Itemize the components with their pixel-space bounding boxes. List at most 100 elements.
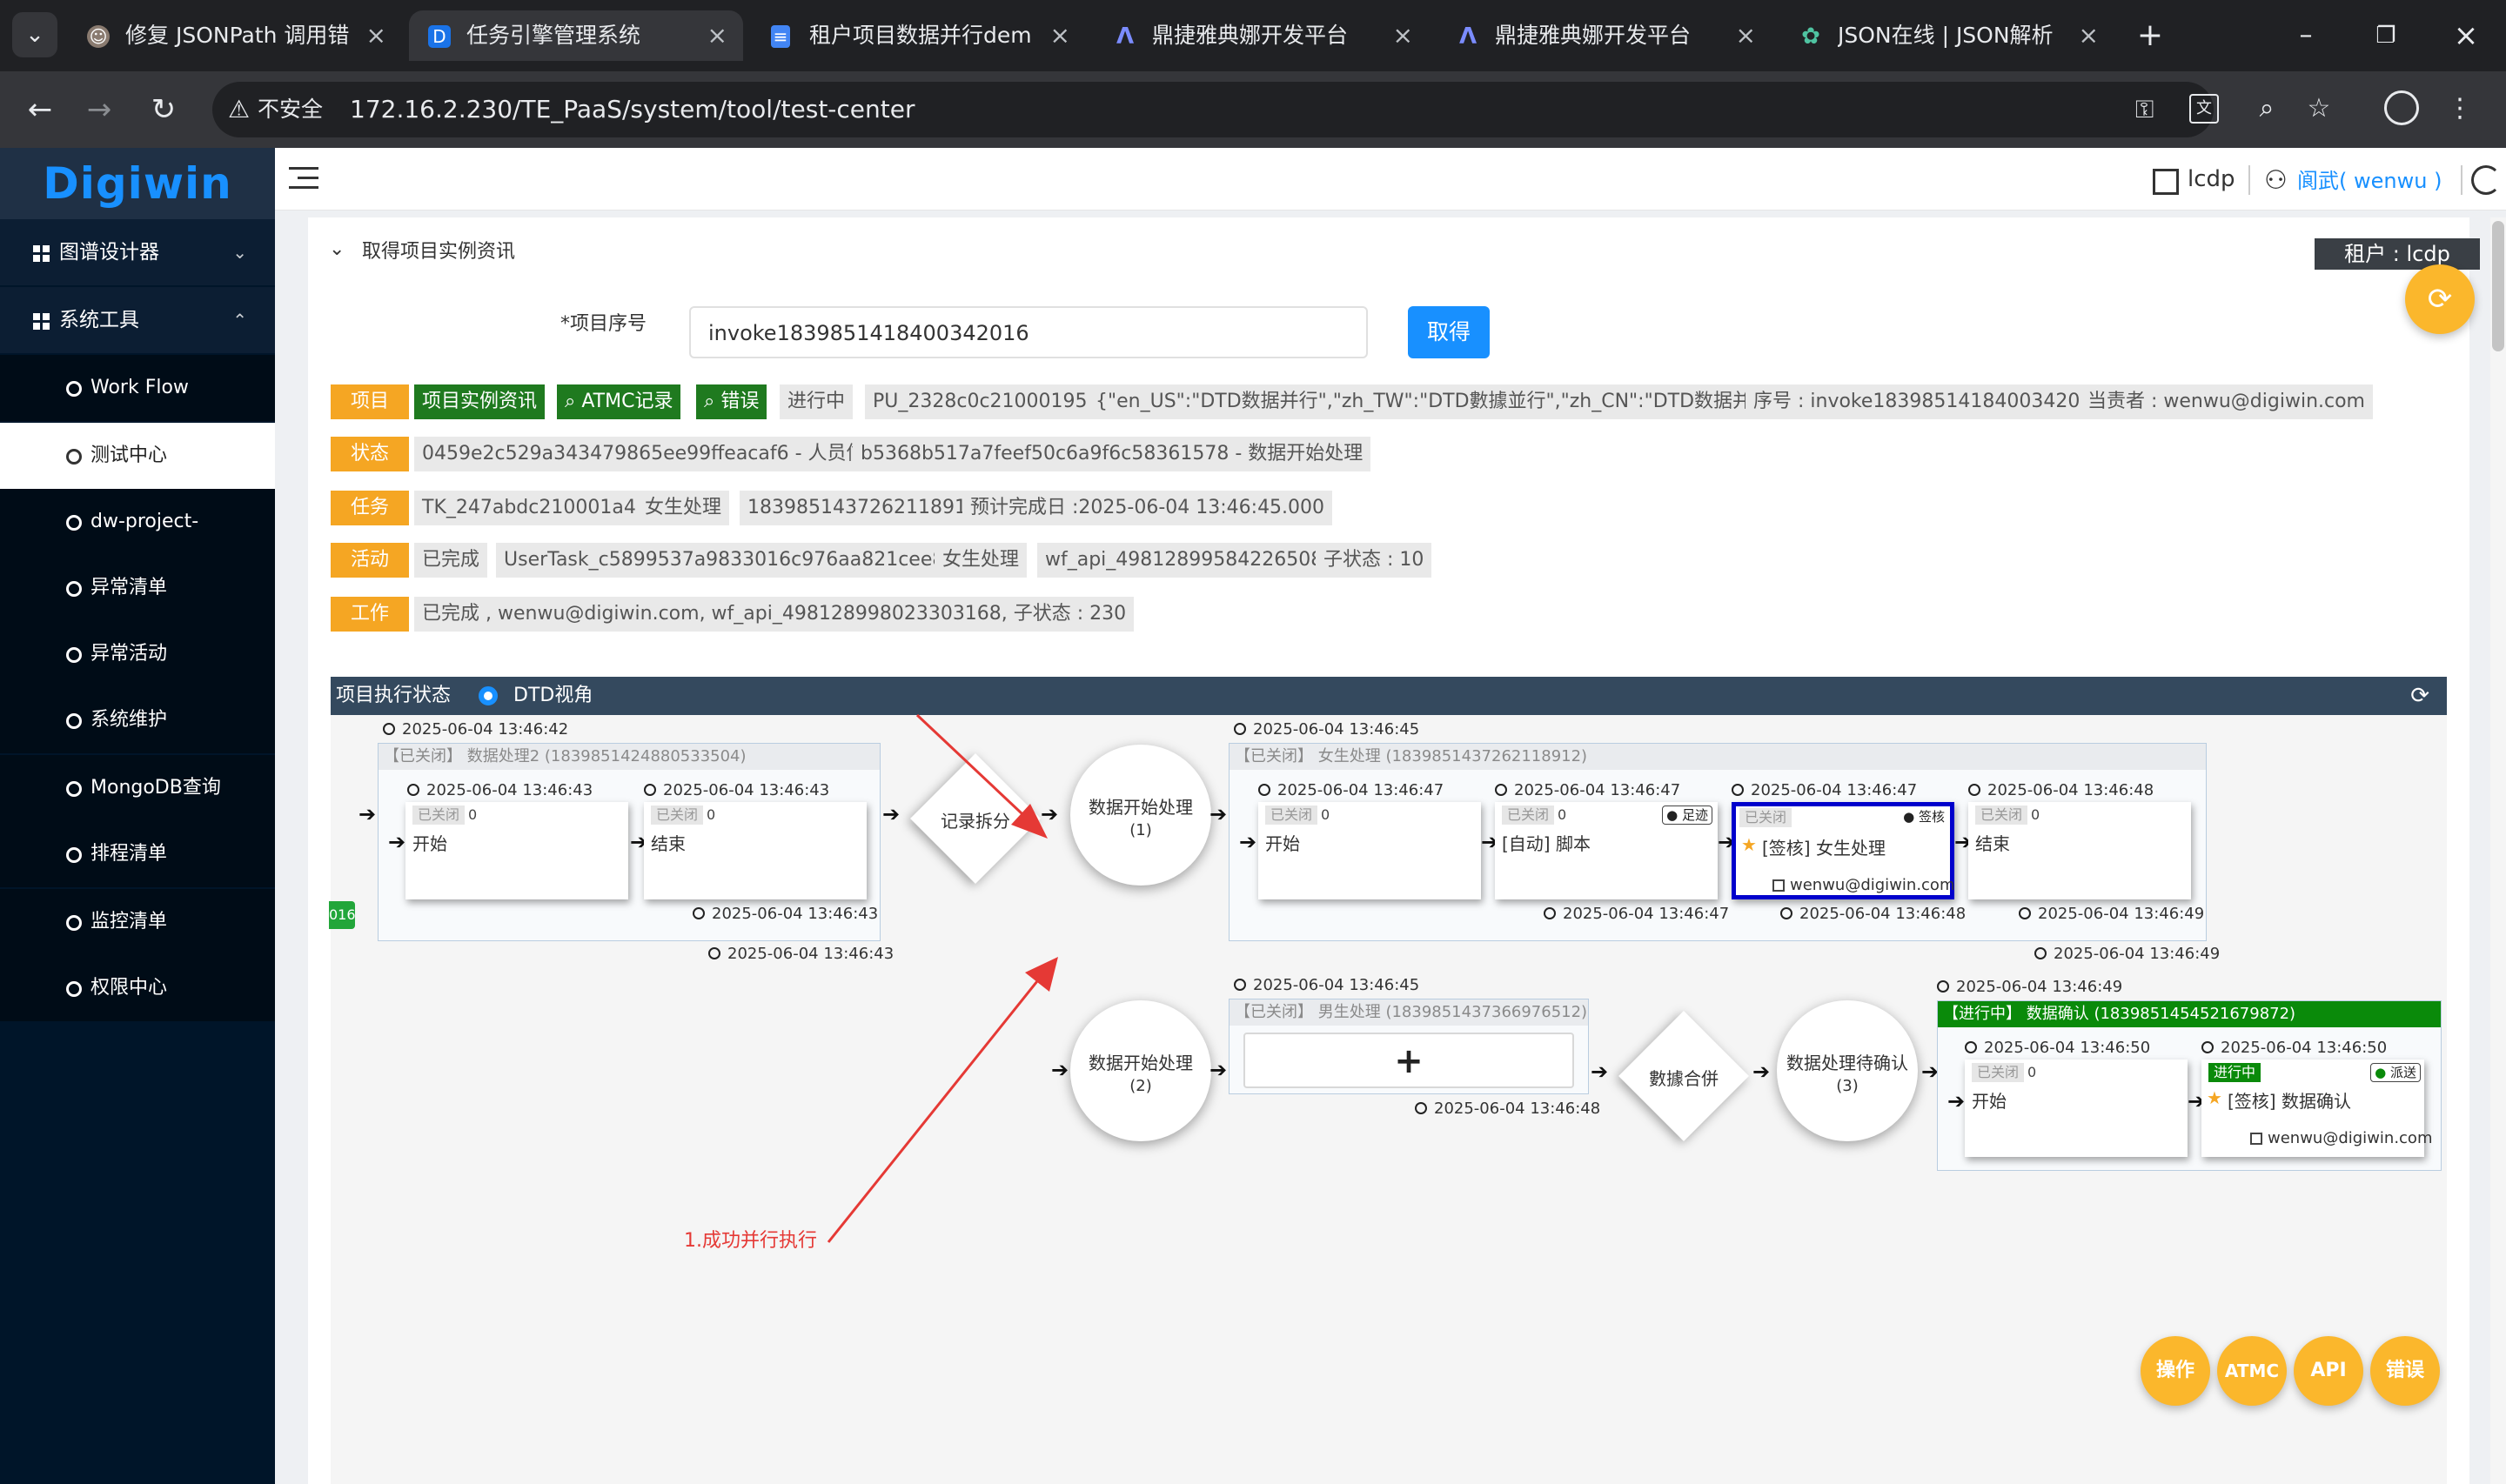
new-tab-button[interactable]: +: [2128, 14, 2172, 57]
flow-node-start[interactable]: 已关闭 0 开始: [405, 802, 628, 899]
logout-icon[interactable]: [2471, 165, 2501, 195]
row-label-activity: 活动: [331, 543, 409, 578]
browser-tab-6[interactable]: ✿ JSON在线 | JSON解析 ×: [1780, 10, 2114, 61]
dtd-radio[interactable]: [479, 686, 498, 705]
zoom-icon[interactable]: ⌕: [2247, 89, 2287, 129]
error-button[interactable]: ⌕ 错误: [696, 384, 767, 419]
project-serial-input[interactable]: invoke1839851418400342016: [689, 306, 1368, 358]
status-tag: 0459e2c529a343479865ee99ffeacaf6 - 人员信息: [414, 437, 893, 471]
timestamp-text: 2025-06-04 13:46:48: [1434, 1100, 1601, 1118]
checkbox-icon[interactable]: [1772, 879, 1785, 892]
group-timestamp: 2025-06-04 13:46:49: [1937, 978, 2122, 997]
dtd-radio-label: DTD视角: [513, 685, 593, 706]
task-tag: TK_247abdc210001a4b: [414, 491, 656, 525]
profile-icon[interactable]: [2384, 90, 2419, 125]
sidebar-item-schedule[interactable]: 排程清单: [0, 821, 275, 887]
sidebar-item-project-instance[interactable]: dw-project-instance: [0, 489, 275, 598]
action-fab-atmc[interactable]: ATMC: [2217, 1336, 2287, 1406]
refresh-icon[interactable]: ⟳: [2410, 677, 2429, 715]
bookmark-star-icon[interactable]: ☆: [2299, 89, 2339, 129]
stage-name: 数据处理待确认: [1786, 1053, 1908, 1073]
activity-tag: 女生处理: [935, 543, 1028, 578]
timestamp-text: 2025-06-04 13:46:45: [1253, 720, 1420, 739]
browser-tab-2[interactable]: D 任务引擎管理系统 ×: [409, 10, 743, 61]
flow-node-auto-script[interactable]: 已关闭 0 ● 足迹 [自动] 脚本: [1495, 802, 1718, 899]
page-scrollbar[interactable]: [2490, 217, 2506, 1484]
warning-icon: ⚠: [228, 95, 251, 124]
browser-tab-1[interactable]: ☺ 修复 JSONPath 调用错 ×: [68, 10, 402, 61]
action-fab-api[interactable]: API: [2294, 1336, 2363, 1406]
checkbox-icon[interactable]: [2250, 1133, 2262, 1145]
circle-icon: [66, 515, 82, 531]
flow-node-start[interactable]: 已关闭 0 开始: [1258, 802, 1481, 899]
action-fab-operate[interactable]: 操作: [2141, 1336, 2210, 1406]
clock-icon: [407, 784, 419, 796]
address-bar[interactable]: ⚠ 不安全 172.16.2.230/TE_PaaS/system/tool/t…: [212, 82, 2219, 137]
tab-label: 租户项目数据并行dem: [809, 23, 1032, 48]
arrow-icon: ➔: [1209, 802, 1228, 826]
flow-node-start[interactable]: 已关闭 0 开始: [1965, 1060, 2188, 1157]
restore-button[interactable]: ❐: [2360, 14, 2412, 57]
tab-label: 修复 JSONPath 调用错: [125, 23, 350, 48]
activity-tag: 子状态 : 10: [1316, 543, 1432, 578]
close-icon[interactable]: ×: [1393, 10, 1413, 61]
key-icon[interactable]: ⚿: [2135, 92, 2154, 127]
approve-badge[interactable]: ● 签核: [1900, 808, 1948, 827]
close-icon[interactable]: ×: [1050, 10, 1070, 61]
node-name: 结束: [651, 833, 686, 854]
translate-icon[interactable]: 文: [2189, 94, 2219, 124]
clock-icon: [2201, 1041, 2214, 1053]
sidebar-item-system-maintenance[interactable]: 系统维护: [0, 687, 275, 753]
back-button[interactable]: ←: [16, 85, 64, 134]
browser-tab-5[interactable]: Λ 鼎捷雅典娜开发平台 ×: [1437, 10, 1772, 61]
clock-icon: [1495, 784, 1507, 796]
tab-search-button[interactable]: ⌄: [12, 12, 57, 57]
action-fab-error[interactable]: 错误: [2370, 1336, 2440, 1406]
menu-toggle-icon[interactable]: [289, 165, 318, 191]
flow-node-end[interactable]: 已关闭 0 结束: [1968, 802, 2191, 899]
page-scrollbar-thumb[interactable]: [2492, 221, 2504, 351]
project-instance-button[interactable]: 项目实例资讯: [414, 384, 546, 419]
tenant-name[interactable]: lcdp: [2188, 164, 2235, 195]
dispatch-badge[interactable]: ● 派送: [2370, 1063, 2421, 1082]
sidebar-item-mongodb[interactable]: MongoDB查询: [0, 755, 275, 821]
flow-node-approve-girls[interactable]: 已关闭 ● 签核 ★ [签核] 女生处理 wenwu@digiwin.com: [1732, 802, 1954, 899]
gear-icon: ✿: [1801, 23, 1820, 50]
minimize-button[interactable]: –: [2280, 14, 2332, 57]
card-timestamp: 2025-06-04 13:46:43: [407, 781, 593, 800]
close-icon[interactable]: ×: [1736, 10, 1756, 61]
athena-icon: Λ: [1458, 23, 1477, 50]
sidebar-item-monitor[interactable]: 监控清单: [0, 889, 275, 955]
browser-tab-4[interactable]: Λ 鼎捷雅典娜开发平台 ×: [1095, 10, 1429, 61]
browser-tab-3[interactable]: ≡ 租户项目数据并行dem ×: [752, 10, 1086, 61]
insecure-label[interactable]: 不安全: [258, 94, 323, 125]
sidebar-item-test-center[interactable]: 测试中心: [0, 423, 275, 489]
sidebar-item-exception-activity[interactable]: 异常活动: [0, 621, 275, 687]
sidebar-item-permission[interactable]: 权限中心: [0, 955, 275, 1021]
sidebar-item-workflow[interactable]: Work Flow: [0, 355, 275, 421]
sidebar-group-system-tools[interactable]: 系统工具 ⌃: [0, 287, 275, 353]
clock-icon: [644, 784, 656, 796]
close-window-button[interactable]: ×: [2440, 14, 2492, 57]
project-name-json-tag: {"en_US":"DTD数据并行","zh_TW":"DTD數據並行","zh…: [1088, 384, 1800, 419]
close-icon[interactable]: ×: [366, 10, 386, 61]
browser-menu-icon[interactable]: ⋮: [2447, 89, 2473, 129]
node-status: 已关闭: [1502, 806, 1555, 825]
user-name[interactable]: 阆武( wenwu ): [2297, 165, 2442, 197]
close-icon[interactable]: ×: [2079, 10, 2099, 61]
close-icon[interactable]: ×: [707, 10, 727, 61]
sidebar-group-graph-designer[interactable]: 图谱设计器 ⌄: [0, 219, 275, 285]
forward-button[interactable]: →: [75, 85, 124, 134]
flow-stage-data-confirm-pending[interactable]: 数据处理待确认 (3): [1777, 1000, 1918, 1141]
sidebar-item-exception-list[interactable]: 异常清单: [0, 555, 275, 621]
footprint-badge[interactable]: ● 足迹: [1662, 806, 1712, 825]
atmc-record-button[interactable]: ⌕ ATMC记录: [557, 384, 681, 419]
expand-group-button[interactable]: +: [1243, 1033, 1574, 1088]
reload-button[interactable]: ↻: [139, 85, 188, 134]
flow-node-approve-data-confirm[interactable]: 进行中 ● 派送 ★ [签核] 数据确认 wenwu@digiwin.com: [2201, 1060, 2432, 1157]
fetch-button[interactable]: 取得: [1408, 306, 1490, 358]
url-text[interactable]: 172.16.2.230/TE_PaaS/system/tool/test-ce…: [350, 92, 915, 127]
flow-group-boys-process[interactable]: 【已关闭】 男生处理 (1839851437366976512) +: [1229, 999, 1589, 1094]
refresh-fab[interactable]: ⟳: [2405, 264, 2475, 334]
collapse-chevron-icon[interactable]: ⌄: [329, 238, 345, 260]
